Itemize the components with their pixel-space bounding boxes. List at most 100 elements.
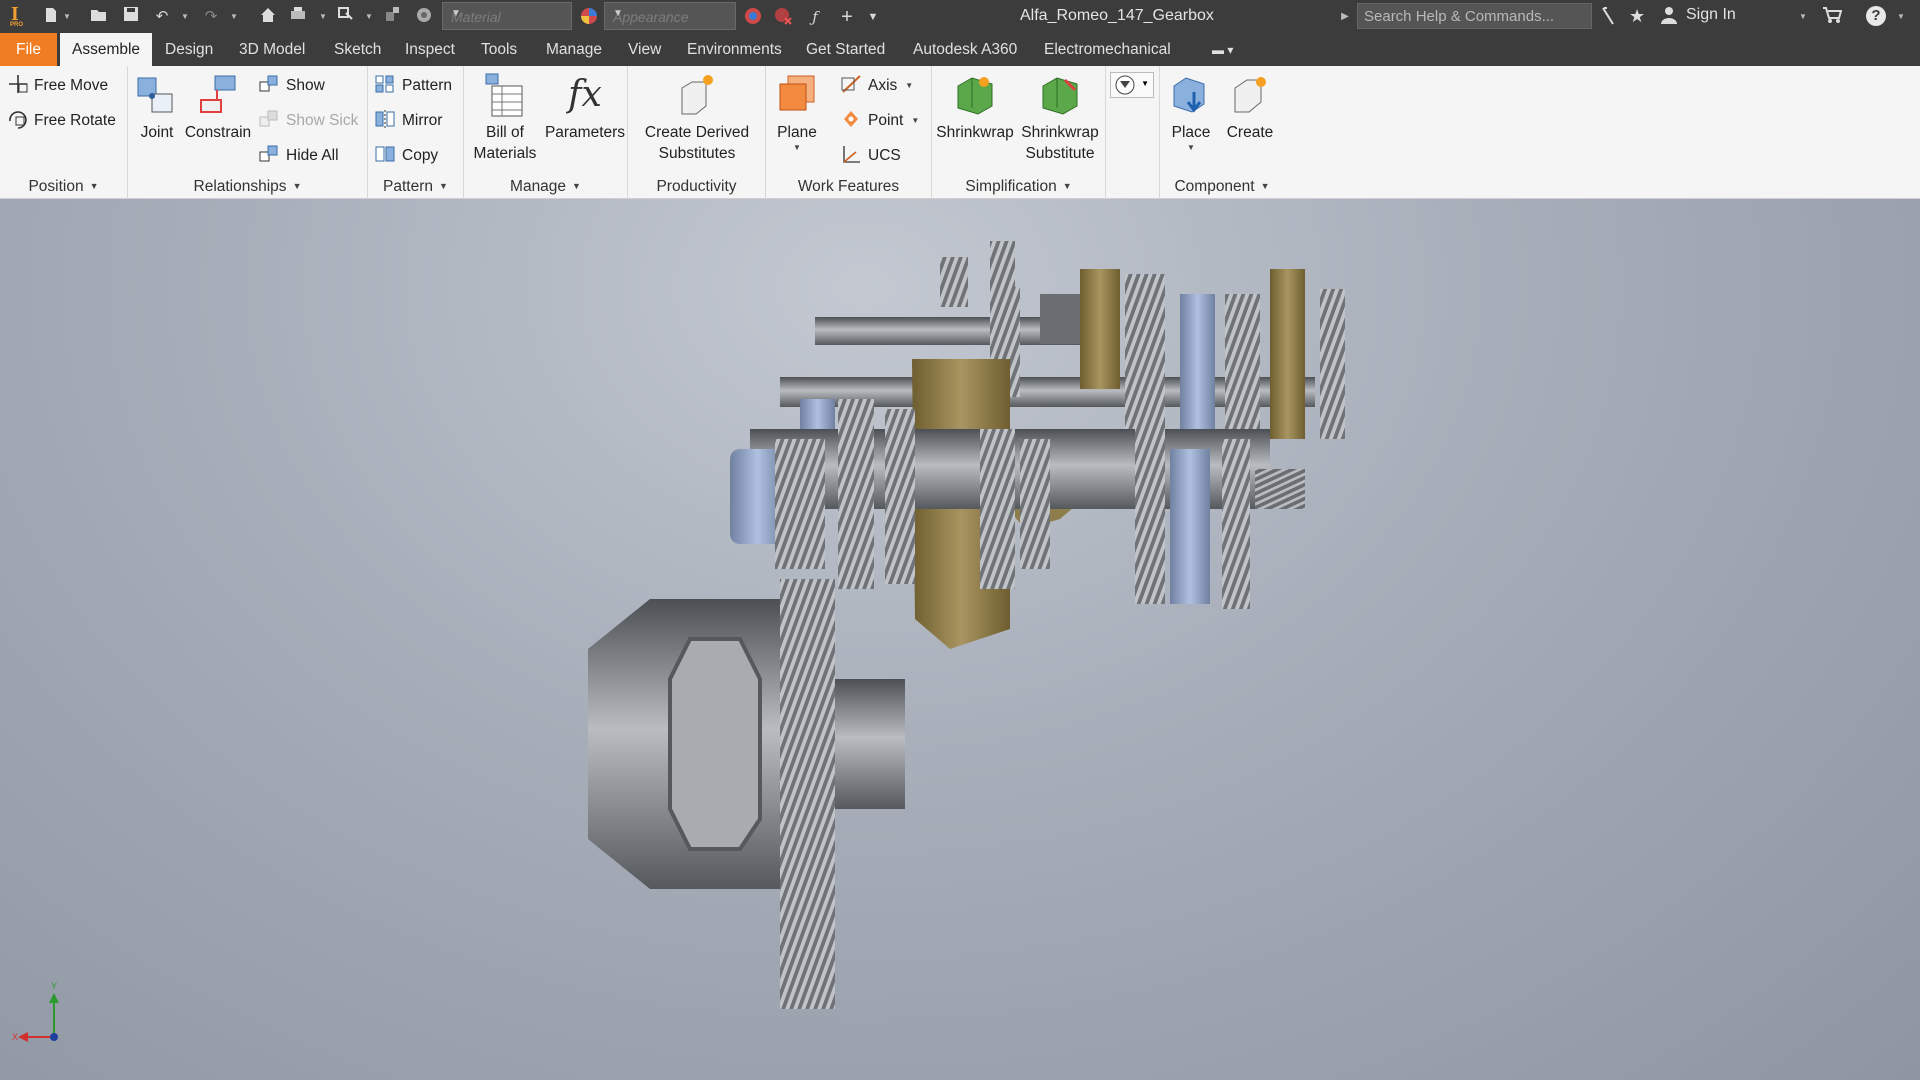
joint-button[interactable]: Joint [132,72,182,143]
axis-button[interactable]: Axis ▼ [840,71,913,101]
ucs-button[interactable]: UCS [840,141,901,171]
pattern-button[interactable]: Pattern [374,71,452,101]
ucs-icon [843,146,860,163]
adjust-appearance-icon[interactable] [742,6,764,28]
gearbox-assembly-model[interactable] [0,199,1920,1080]
show-button[interactable]: Show [258,71,325,101]
gear-10[interactable] [1135,424,1165,604]
redo-icon[interactable]: ↷ [200,6,222,28]
customize-icon[interactable]: ▼ [862,6,884,28]
gear-9[interactable] [1020,439,1050,569]
gear-7[interactable] [885,409,915,584]
select-dropdown-icon[interactable]: ▼ [364,6,374,28]
synchro-ring-1[interactable] [1080,269,1120,389]
place-button[interactable]: Place ▼ [1162,72,1220,153]
cart-icon[interactable] [1822,6,1843,29]
ring-gear[interactable] [780,579,835,1009]
synchro-ring-2[interactable] [1270,269,1305,439]
free-rotate-button[interactable]: Free Rotate [6,106,116,136]
open-icon[interactable] [88,6,110,28]
new-dropdown-icon[interactable]: ▼ [62,6,72,28]
gear-6[interactable] [838,399,874,589]
measure-icon[interactable]: + [836,6,858,28]
tab-environments[interactable]: Environments [675,33,794,66]
point-button[interactable]: Point ▼ [840,106,919,136]
panel-title-relationships[interactable]: Relationships ▼ [128,178,367,196]
gear-top-small[interactable] [990,241,1015,301]
constrain-button[interactable]: Constrain [184,72,252,143]
home-icon[interactable] [257,6,279,28]
hide-all-button[interactable]: Hide All [258,141,339,171]
selection-filter-icon[interactable] [382,6,404,28]
gear-4[interactable] [1320,289,1345,439]
bill-of-materials-button[interactable]: Bill of Materials [468,72,542,164]
new-icon[interactable] [40,6,62,28]
tab-inspect[interactable]: Inspect [393,33,467,66]
bill-of-materials-icon [482,72,528,118]
point-label: Point [868,112,904,129]
panel-title-position[interactable]: Position ▼ [0,178,127,196]
show-sick-button[interactable]: Show Sick [258,106,358,136]
favorites-icon[interactable]: ★ [1629,6,1645,27]
print-icon[interactable] [287,6,309,28]
undo-icon[interactable]: ↶ [151,6,173,28]
search-help-box[interactable] [1357,3,1592,29]
select-icon[interactable] [335,6,357,28]
graphics-viewport[interactable]: Y X [0,199,1920,1080]
sign-in-dropdown-icon[interactable]: ▼ [1798,6,1808,28]
parameters-button[interactable]: fx Parameters [544,72,626,143]
parameters-quick-icon[interactable]: ƒ [804,6,826,28]
user-icon[interactable] [1660,6,1678,29]
tab-electromechanical[interactable]: Electromechanical [1032,33,1183,66]
tab-sketch[interactable]: Sketch [322,33,393,66]
differential-window[interactable] [668,637,762,851]
panel-title-pattern[interactable]: Pattern ▼ [368,178,463,196]
clear-appearance-icon[interactable] [772,6,794,28]
create-button[interactable]: Create [1222,72,1278,143]
plane-button[interactable]: Plane ▼ [770,72,824,153]
panel-title-simplification[interactable]: Simplification ▼ [932,178,1105,196]
gear-upper[interactable] [940,257,968,307]
help-icon[interactable]: ? [1866,6,1886,26]
print-dropdown-icon[interactable]: ▼ [318,6,328,28]
redo-dropdown-icon[interactable]: ▼ [229,6,239,28]
copy-button[interactable]: Copy [374,141,438,171]
free-move-button[interactable]: Free Move [6,71,108,101]
tab-manage[interactable]: Manage [534,33,614,66]
bearing-right[interactable] [1170,449,1210,604]
gear-5[interactable] [775,439,825,569]
material-select[interactable]: Material ▼ [442,2,572,30]
appearance-select[interactable]: Appearance ▼ [604,2,736,30]
create-derived-substitutes-button[interactable]: Create Derived Substitutes [632,72,762,164]
sign-in-link[interactable]: Sign In [1686,6,1736,24]
panel-title-component[interactable]: Component ▼ [1160,178,1284,196]
inventor-logo[interactable]: I PRO [4,0,30,33]
web-icon[interactable] [413,6,435,28]
tab-file[interactable]: File [0,33,57,66]
joint-icon [134,72,180,118]
panel-toggle-icon[interactable]: ▬ ▾ [1200,33,1245,66]
mirror-button[interactable]: Mirror [374,106,442,136]
gear-8[interactable] [980,429,1015,589]
expand-arrow-icon[interactable]: ▶ [1340,6,1350,28]
tab-assemble[interactable]: Assemble [60,33,153,66]
tab-3d-model[interactable]: 3D Model [227,33,317,66]
panel-title-manage[interactable]: Manage ▼ [464,178,627,196]
help-dropdown-icon[interactable]: ▼ [1896,6,1906,28]
search-input[interactable] [1358,4,1591,28]
tab-design[interactable]: Design [153,33,225,66]
shrinkwrap-button[interactable]: Shrinkwrap [936,72,1014,143]
undo-dropdown-icon[interactable]: ▼ [180,6,190,28]
parameters-icon: fx [568,74,602,115]
binoculars-icon[interactable] [1600,6,1618,31]
tab-autodesk-a360[interactable]: Autodesk A360 [901,33,1029,66]
save-icon[interactable] [120,6,142,28]
filter-dropdown[interactable]: ▼ [1110,72,1154,98]
differential-hub[interactable] [835,679,905,809]
tab-view[interactable]: View [616,33,673,66]
threaded-end[interactable] [1255,469,1305,509]
gear-11[interactable] [1222,439,1250,609]
tab-tools[interactable]: Tools [469,33,529,66]
shrinkwrap-substitute-button[interactable]: Shrinkwrap Substitute [1018,72,1102,164]
tab-get-started[interactable]: Get Started [794,33,897,66]
